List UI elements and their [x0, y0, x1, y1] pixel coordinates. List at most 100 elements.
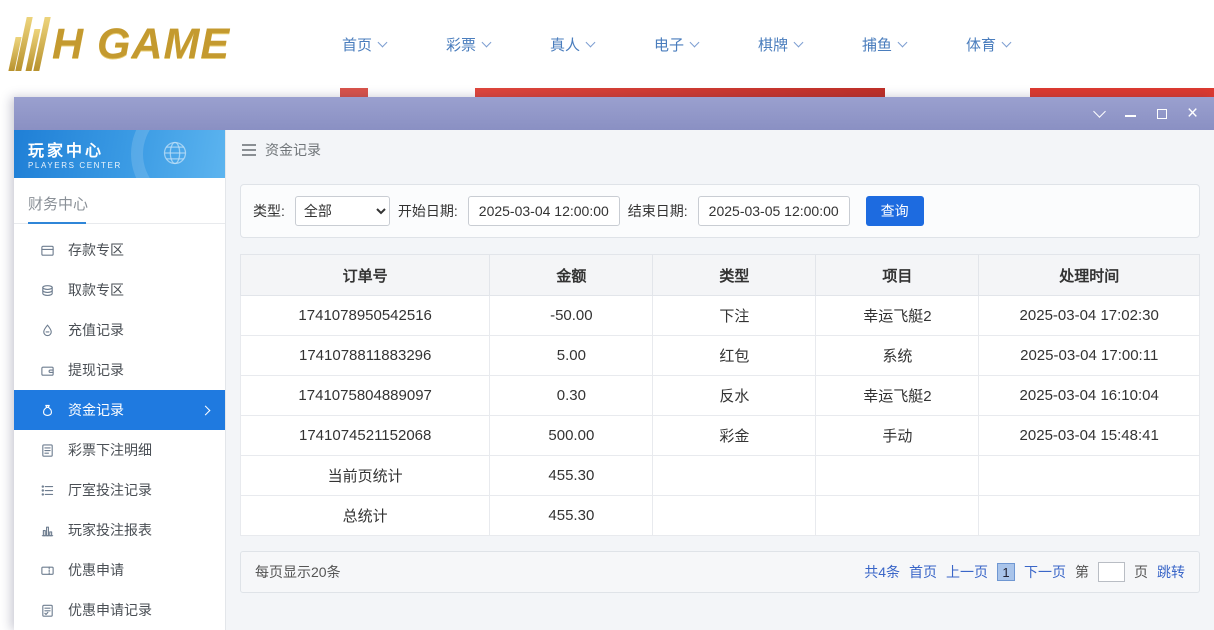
- player-center-subtitle: PLAYERS CENTER: [28, 161, 225, 170]
- sidebar-item-8[interactable]: 玩家投注报表: [14, 510, 225, 550]
- sidebar-item-7[interactable]: 厅室投注记录: [14, 470, 225, 510]
- sidebar-item-1[interactable]: 存款专区: [14, 230, 225, 270]
- nav-item-4[interactable]: 电子: [624, 24, 728, 64]
- player-center-window: × 玩家中心 PLAYERS CENTER 财务中心 存款专区取款专区充值记录提…: [14, 97, 1214, 630]
- start-date-input[interactable]: [468, 196, 620, 226]
- table-cell: [653, 456, 816, 496]
- table-row: 当前页统计455.30: [241, 456, 1200, 496]
- table-cell: 0.30: [490, 376, 653, 416]
- nav-item-1[interactable]: 首页: [312, 24, 416, 64]
- menu-icon[interactable]: [242, 144, 256, 155]
- jump-button[interactable]: 跳转: [1157, 562, 1185, 582]
- start-date-label: 开始日期:: [398, 201, 458, 221]
- sidebar-item-3[interactable]: 充值记录: [14, 310, 225, 350]
- player-center-title: 玩家中心: [28, 137, 225, 161]
- sidebar-item-5[interactable]: 资金记录: [14, 390, 225, 430]
- table-cell: 455.30: [490, 456, 653, 496]
- table-cell: 1741075804889097: [241, 376, 490, 416]
- table-cell: 2025-03-04 16:10:04: [979, 376, 1200, 416]
- table-cell: 当前页统计: [241, 456, 490, 496]
- table-header-row: 订单号金额类型项目处理时间: [241, 255, 1200, 296]
- maximize-icon[interactable]: [1146, 97, 1177, 130]
- page: H GAME 首页彩票真人电子棋牌捕鱼体育 × 玩家中心 PLAYERS CEN…: [0, 0, 1214, 88]
- sidebar-item-label: 厅室投注记录: [68, 480, 152, 500]
- table-cell: 455.30: [490, 496, 653, 536]
- nav-item-2[interactable]: 彩票: [416, 24, 520, 64]
- nav-item-label: 电子: [654, 34, 684, 55]
- sidebar-item-label: 资金记录: [68, 400, 124, 420]
- table-cell: 总统计: [241, 496, 490, 536]
- chevron-down-icon: [794, 38, 804, 48]
- nav-item-label: 真人: [550, 34, 580, 55]
- table-cell: 2025-03-04 15:48:41: [979, 416, 1200, 456]
- query-button[interactable]: 查询: [866, 196, 924, 226]
- jump-label-post: 页: [1134, 562, 1148, 582]
- table-row: 1741078950542516-50.00下注幸运飞艇22025-03-04 …: [241, 296, 1200, 336]
- chevron-right-icon: [201, 405, 211, 415]
- table-cell: [979, 496, 1200, 536]
- table-row: 1741074521152068500.00彩金手动2025-03-04 15:…: [241, 416, 1200, 456]
- table-cell: 手动: [816, 416, 979, 456]
- nav-item-label: 捕鱼: [862, 34, 892, 55]
- type-select[interactable]: 全部: [295, 196, 390, 226]
- table-row: 总统计455.30: [241, 496, 1200, 536]
- sidebar: 玩家中心 PLAYERS CENTER 财务中心 存款专区取款专区充值记录提现记…: [14, 130, 226, 630]
- deposit-card-icon: [40, 243, 55, 258]
- jump-page-input[interactable]: [1098, 562, 1125, 582]
- table-cell: 系统: [816, 336, 979, 376]
- column-header: 处理时间: [979, 255, 1200, 296]
- table-cell: 1741078811883296: [241, 336, 490, 376]
- promo-record-list-icon: [40, 603, 55, 618]
- minimize-icon[interactable]: [1115, 97, 1146, 130]
- sidebar-item-2[interactable]: 取款专区: [14, 270, 225, 310]
- sidebar-item-label: 彩票下注明细: [68, 440, 152, 460]
- nav-item-3[interactable]: 真人: [520, 24, 624, 64]
- sidebar-item-label: 存款专区: [68, 240, 124, 260]
- promo-ticket-icon: [40, 563, 55, 578]
- player-report-chart-icon: [40, 523, 55, 538]
- table-cell: 下注: [653, 296, 816, 336]
- sidebar-item-label: 玩家投注报表: [68, 520, 152, 540]
- table-cell: [653, 496, 816, 536]
- table-cell: 幸运飞艇2: [816, 376, 979, 416]
- sidebar-list: 存款专区取款专区充值记录提现记录资金记录彩票下注明细厅室投注记录玩家投注报表优惠…: [14, 224, 225, 630]
- globe-icon: [161, 139, 189, 167]
- sidebar-item-9[interactable]: 优惠申请: [14, 550, 225, 590]
- close-icon[interactable]: ×: [1177, 97, 1208, 130]
- nav-item-5[interactable]: 棋牌: [728, 24, 832, 64]
- nav-item-6[interactable]: 捕鱼: [832, 24, 936, 64]
- table-cell: [979, 456, 1200, 496]
- window-collapse-icon[interactable]: [1084, 97, 1115, 130]
- prev-page-link[interactable]: 上一页: [946, 562, 988, 582]
- hall-bet-list-icon: [40, 483, 55, 498]
- page-size-label: 每页显示20条: [255, 562, 341, 582]
- sidebar-section-label: 财务中心: [28, 196, 88, 213]
- end-date-label: 结束日期:: [628, 201, 688, 221]
- table-row: 17410758048890970.30反水幸运飞艇22025-03-04 16…: [241, 376, 1200, 416]
- chevron-down-icon: [378, 38, 388, 48]
- pagination-controls: 共4条 首页 上一页 1 下一页 第 页 跳转: [864, 562, 1185, 582]
- table-cell: 1741074521152068: [241, 416, 490, 456]
- sidebar-item-label: 优惠申请记录: [68, 600, 152, 620]
- table-body: 1741078950542516-50.00下注幸运飞艇22025-03-04 …: [241, 296, 1200, 536]
- nav-item-label: 体育: [966, 34, 996, 55]
- logo[interactable]: H GAME: [12, 17, 290, 71]
- first-page-link[interactable]: 首页: [909, 562, 937, 582]
- table-cell: 反水: [653, 376, 816, 416]
- total-count: 共4条: [864, 562, 900, 582]
- sidebar-item-4[interactable]: 提现记录: [14, 350, 225, 390]
- sidebar-item-label: 取款专区: [68, 280, 124, 300]
- table-cell: -50.00: [490, 296, 653, 336]
- sidebar-item-6[interactable]: 彩票下注明细: [14, 430, 225, 470]
- table-cell: 彩金: [653, 416, 816, 456]
- next-page-link[interactable]: 下一页: [1024, 562, 1066, 582]
- current-page[interactable]: 1: [997, 563, 1015, 581]
- end-date-input[interactable]: [698, 196, 850, 226]
- site-header: H GAME 首页彩票 真人 电子 棋牌 捕鱼 体育: [0, 0, 1214, 88]
- pagination: 每页显示20条 共4条 首页 上一页 1 下一页 第 页 跳转: [240, 551, 1200, 593]
- nav-item-7[interactable]: 体育: [936, 24, 1040, 64]
- chevron-down-icon: [690, 38, 700, 48]
- nav-item-label: 棋牌: [758, 34, 788, 55]
- sidebar-item-10[interactable]: 优惠申请记录: [14, 590, 225, 630]
- sidebar-item-label: 提现记录: [68, 360, 124, 380]
